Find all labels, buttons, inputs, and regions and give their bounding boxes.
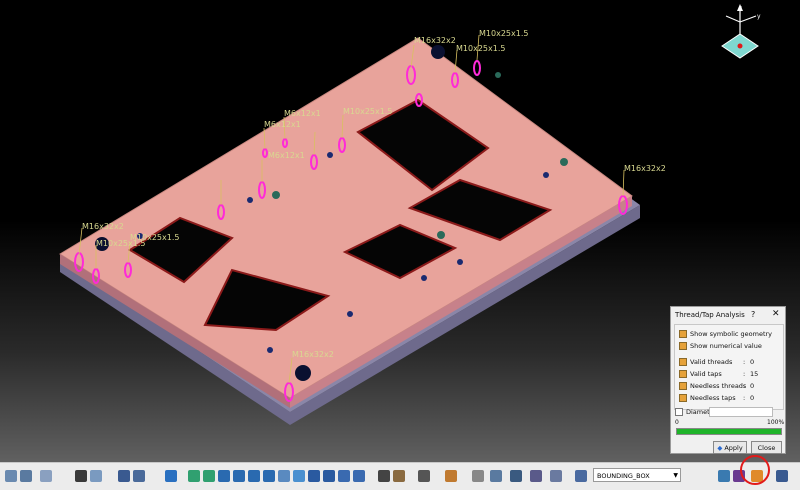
hide-show-icon[interactable] [338, 470, 350, 482]
help-button[interactable]: ? [751, 310, 755, 319]
zoom-in-icon[interactable] [233, 470, 245, 482]
compass-widget[interactable]: z y [712, 2, 772, 64]
bottom-toolbar: BOUNDING_BOX ▼ [0, 462, 800, 490]
checkbox[interactable] [679, 342, 687, 350]
dialog-title: Thread/Tap Analysis [675, 311, 745, 319]
paint-icon[interactable] [445, 470, 457, 482]
comment-icon[interactable] [90, 470, 102, 482]
table-icon[interactable] [133, 470, 145, 482]
hole [543, 172, 549, 178]
move-icon[interactable] [218, 470, 230, 482]
compass-y-label: y [757, 13, 761, 20]
thread-label: M16x32x2 [624, 164, 666, 173]
stat-valid-taps[interactable]: Valid taps :15 [679, 369, 783, 379]
stat-needless-taps[interactable]: Needless taps :0 [679, 393, 783, 403]
highlight-circle [740, 455, 770, 485]
close-icon[interactable]: ✕ [772, 309, 780, 319]
checkbox[interactable] [679, 394, 687, 402]
close-button[interactable]: Close [751, 441, 782, 454]
knowledge-icon[interactable] [472, 470, 484, 482]
thread-label: M6x12x1 [268, 151, 305, 160]
hole [437, 231, 445, 239]
undo-icon[interactable] [20, 470, 32, 482]
formula-icon[interactable] [75, 470, 87, 482]
thread-label: M10x25x1.5 [96, 239, 145, 248]
filter-icon[interactable] [575, 470, 587, 482]
option-numerical-value[interactable]: Show numerical value [679, 341, 762, 351]
top-plate [59, 37, 633, 399]
checkbox[interactable] [675, 408, 683, 416]
grid-icon[interactable] [118, 470, 130, 482]
hole [295, 365, 311, 381]
views-icon[interactable] [308, 470, 320, 482]
checkbox[interactable] [679, 382, 687, 390]
list-icon[interactable] [550, 470, 562, 482]
analysis-icon[interactable] [393, 470, 405, 482]
layers-icon[interactable] [530, 470, 542, 482]
thread-label: M10x25x1.5 [456, 44, 505, 53]
apply-material-icon[interactable] [418, 470, 430, 482]
apply-button[interactable]: ◆ Apply [713, 441, 747, 454]
checkbox[interactable] [679, 330, 687, 338]
stat-needless-threads[interactable]: Needless threads :0 [679, 381, 783, 391]
units-icon[interactable] [510, 470, 522, 482]
import-icon[interactable] [718, 470, 730, 482]
measure-icon[interactable] [378, 470, 390, 482]
hole [421, 275, 427, 281]
options-panel: Show symbolic geometry Show numerical va… [674, 324, 784, 410]
hole [272, 191, 280, 199]
hole [347, 311, 353, 317]
progress-bar [676, 428, 782, 435]
apply-icon: ◆ [717, 443, 723, 452]
progress-min-label: 0 [675, 419, 679, 426]
zoom-area-icon[interactable] [263, 470, 275, 482]
checkbox[interactable] [679, 370, 687, 378]
thread-label: M16x32x2 [292, 350, 334, 359]
hole [495, 72, 501, 78]
axis-icon[interactable] [490, 470, 502, 482]
select-icon[interactable] [5, 470, 17, 482]
rotate-icon[interactable] [203, 470, 215, 482]
thread-label: M6x12x1 [284, 109, 321, 118]
swap-space-icon[interactable] [353, 470, 365, 482]
hole [560, 158, 568, 166]
thread-label: M16x32x2 [82, 222, 124, 231]
progress-max-label: 100% [767, 419, 785, 426]
iso-view-icon[interactable] [293, 470, 305, 482]
normal-view-icon[interactable] [278, 470, 290, 482]
checkbox[interactable] [679, 358, 687, 366]
compass-z-label: z [739, 5, 742, 12]
diameter-field[interactable] [709, 407, 773, 417]
thread-tap-dialog: Thread/Tap Analysis ? ✕ Show symbolic ge… [670, 306, 786, 454]
fit-all-icon[interactable] [165, 470, 177, 482]
chevron-down-icon: ▼ [673, 472, 678, 479]
hole [431, 45, 445, 59]
option-symbolic-geometry[interactable]: Show symbolic geometry [679, 329, 772, 339]
hole [267, 347, 273, 353]
hole [457, 259, 463, 265]
hole [327, 152, 333, 158]
stat-valid-threads[interactable]: Valid threads :0 [679, 357, 783, 367]
curvature-icon[interactable] [776, 470, 788, 482]
pan-icon[interactable] [188, 470, 200, 482]
hole [247, 197, 253, 203]
help-icon[interactable] [40, 470, 52, 482]
thread-label: M16x32x2 [414, 36, 456, 45]
zoom-out-icon[interactable] [248, 470, 260, 482]
thread-label: M10x25x1.5 [479, 29, 528, 38]
render-style-icon[interactable] [323, 470, 335, 482]
thread-label: M10x25x1.5 [343, 107, 392, 116]
thread-label: M6x12x1 [264, 120, 301, 129]
bounding-box-dropdown[interactable]: BOUNDING_BOX ▼ [593, 468, 681, 482]
